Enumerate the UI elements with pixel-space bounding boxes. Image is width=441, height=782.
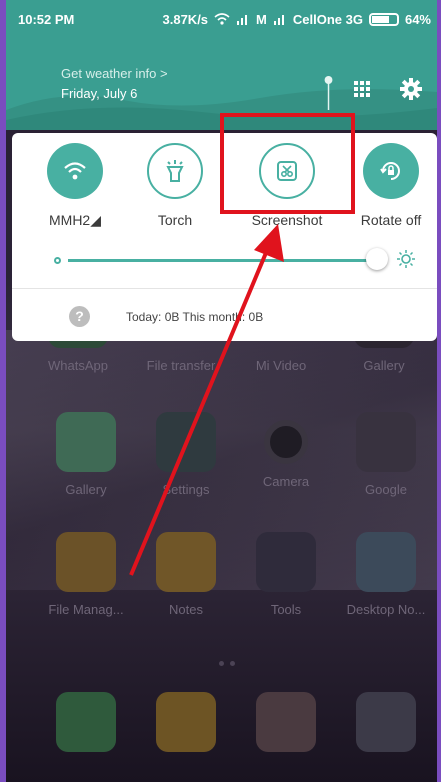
page-indicator [219,653,241,671]
toggle-label: MMH2◢ [49,212,101,228]
dock-phone[interactable] [36,692,136,752]
net-speed: 3.87K/s [162,11,209,27]
brightness-slider[interactable] [54,248,388,272]
notes-icon [156,532,216,592]
play-store-icon [356,692,416,752]
help-icon[interactable]: ? [69,306,90,327]
brightness-track [68,259,378,262]
dock-chrome[interactable] [236,692,336,752]
app-label: File Manag... [48,602,124,617]
brightness-min-icon [54,257,61,264]
toggle-label: Screenshot [251,212,323,228]
app-file-manager[interactable]: File Manag... [36,532,136,617]
tools-folder-icon [256,532,316,592]
app-google[interactable]: Google [336,412,436,497]
divider [12,288,437,289]
app-notes[interactable]: Notes [136,532,236,617]
torch-icon [147,143,203,199]
app-desktop-notes[interactable]: Desktop No... [336,532,436,617]
signal-icon [273,15,284,25]
app-label: Gallery [65,482,107,497]
app-label: Google [365,482,407,497]
battery-percent: 64% [404,11,431,27]
app-settings[interactable]: Settings [136,412,236,497]
gallery-icon [56,412,116,472]
battery-icon [368,12,399,26]
camera-icon [264,420,308,464]
messages-icon [156,692,216,752]
gear-icon [156,412,216,472]
usage-month: This month: 0B [182,310,264,324]
carrier-1: M [256,11,267,27]
auto-brightness-icon[interactable] [397,250,415,268]
dock-play-store[interactable] [336,692,436,752]
weather-link[interactable]: Get weather info > [61,66,168,81]
app-camera[interactable]: Camera [236,412,336,489]
toggle-torch[interactable]: Torch [130,143,220,228]
signal-icon [237,15,248,25]
phone-screen: WhatsApp File transfer Mi Video Gallery … [0,0,441,782]
brightness-thumb[interactable] [366,248,388,270]
status-time: 10:52 PM [18,11,75,27]
app-label: Settings [162,482,210,497]
data-usage-text: Today: 0B This month: 0B [126,310,263,324]
toggle-rotate[interactable]: Rotate off [346,143,436,228]
app-label: WhatsApp [48,358,108,373]
wifi-icon [47,143,103,199]
toggle-label: Torch [157,212,193,228]
app-label: Notes [169,602,203,617]
app-label: Camera [262,474,310,489]
status-bar: 10:52 PM 3.87K/s M CellOne 3G 64% [18,8,431,30]
google-folder-icon [356,412,416,472]
weather-date: Friday, July 6 [61,86,138,101]
dock-messages[interactable] [136,692,236,752]
wifi-status-icon [214,13,230,25]
chrome-icon [256,692,316,752]
app-label: Mi Video [255,358,307,373]
app-label: File transfer [146,358,216,373]
android-icon [356,532,416,592]
app-tools[interactable]: Tools [236,532,336,617]
app-label: Gallery [363,358,405,373]
carrier-2: CellOne 3G [292,11,363,27]
folder-icon [56,532,116,592]
notification-shade-header: 10:52 PM 3.87K/s M CellOne 3G 64% Get we… [6,0,437,130]
toggle-label: Rotate off [360,212,422,228]
grid-icon[interactable] [353,80,371,98]
rotate-lock-icon [363,143,419,199]
app-gallery[interactable]: Gallery [36,412,136,497]
usage-today: Today: 0B [126,310,180,324]
toggle-wifi[interactable]: MMH2◢ [30,143,120,229]
app-label: Tools [270,602,302,617]
app-label: Desktop No... [346,602,426,617]
phone-icon [56,692,116,752]
screenshot-highlight-box [220,113,355,214]
gear-icon[interactable] [400,78,422,100]
